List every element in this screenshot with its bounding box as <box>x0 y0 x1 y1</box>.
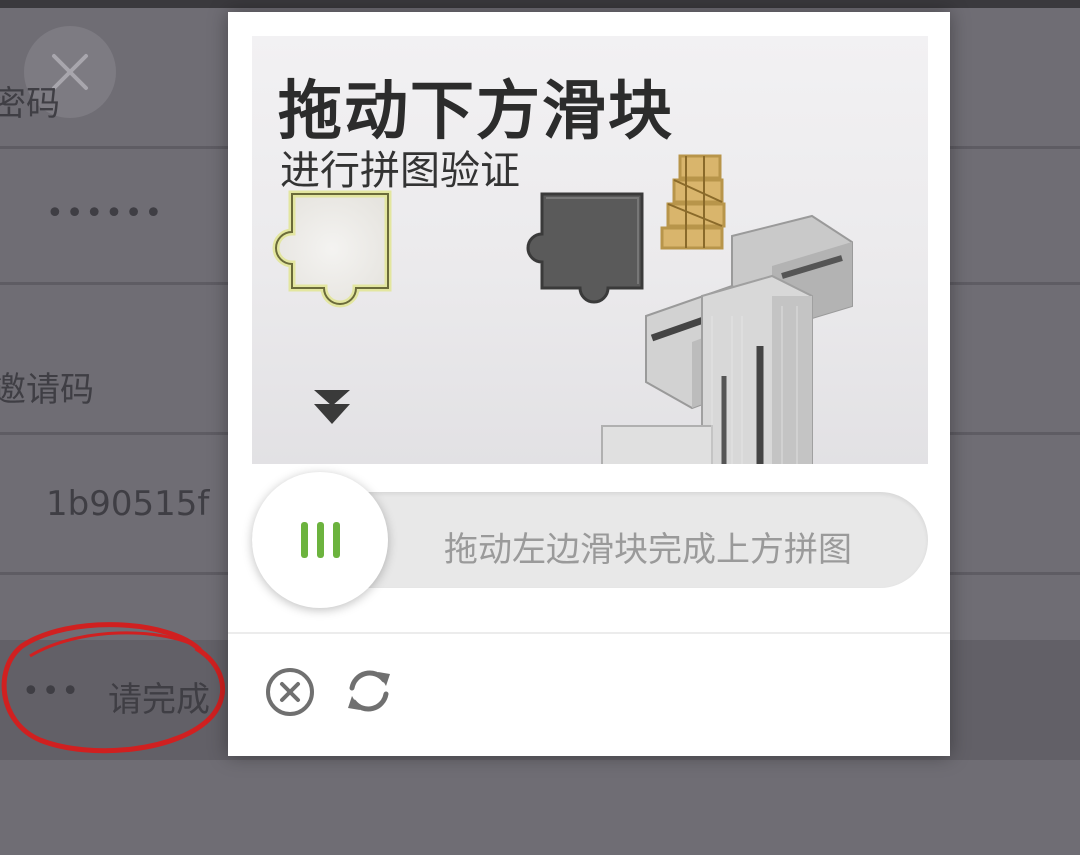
puzzle-slot <box>526 192 644 304</box>
captcha-dialog: 拖动下方滑块 进行拼图验证 拖动左边滑块完成上方拼图 <box>228 12 950 756</box>
grip-lines-icon <box>301 522 340 558</box>
slider-hint: 拖动左边滑块完成上方拼图 <box>444 530 852 570</box>
slider-handle[interactable] <box>252 472 388 608</box>
top-strip <box>0 0 1080 8</box>
password-value: •••••• <box>46 196 165 231</box>
double-down-arrow-icon <box>314 390 350 424</box>
red-annotation-circle <box>1 622 225 754</box>
captcha-subtitle: 进行拼图验证 <box>280 148 520 194</box>
invite-code-value: 1b90515f <box>46 484 210 524</box>
close-circle-icon[interactable] <box>264 666 316 718</box>
refresh-icon[interactable] <box>342 664 396 718</box>
password-label: 密码 <box>0 84 60 124</box>
puzzle-image: 拖动下方滑块 进行拼图验证 <box>252 36 928 464</box>
footer-divider <box>228 632 950 634</box>
invite-code-label: 邀请码 <box>0 370 94 410</box>
puzzle-piece <box>272 190 392 308</box>
